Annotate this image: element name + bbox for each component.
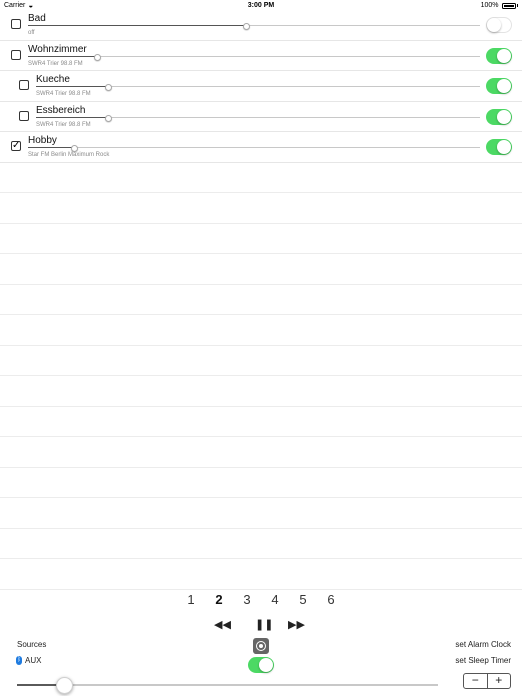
- battery-tip-icon: [516, 4, 518, 7]
- bluetooth-icon: ᛒ: [16, 656, 22, 665]
- status-time: 3:00 PM: [247, 2, 275, 9]
- empty-list-row: [0, 254, 522, 285]
- zone-volume-slider[interactable]: [28, 145, 480, 152]
- zone-volume-slider[interactable]: [36, 84, 480, 91]
- empty-list-row: [0, 376, 522, 407]
- zone-volume-fill: [36, 116, 107, 118]
- zone-volume-fill: [28, 55, 96, 57]
- master-power-toggle[interactable]: [248, 657, 274, 673]
- zone-checkbox[interactable]: [19, 80, 29, 90]
- zone-volume-knob[interactable]: [71, 145, 78, 152]
- forward-button[interactable]: ▶▶: [288, 618, 305, 631]
- speaker-icon[interactable]: [253, 638, 269, 654]
- battery-icon: [501, 2, 516, 9]
- zone-volume-knob[interactable]: [105, 84, 112, 91]
- toggle-knob: [497, 109, 511, 124]
- current-source-label[interactable]: AUX: [25, 656, 41, 665]
- zone-volume-knob[interactable]: [243, 23, 250, 30]
- alarm-clock-button[interactable]: set Alarm Clock: [455, 640, 511, 649]
- zone-volume-knob[interactable]: [94, 53, 101, 61]
- zone-row[interactable]: Wohnzimmer SWR4 Trier 98.8 FM: [0, 41, 522, 71]
- empty-list-row: [0, 285, 522, 315]
- preset-6-button[interactable]: 6: [325, 592, 337, 607]
- empty-list-row: [0, 315, 522, 346]
- zone-row[interactable]: ✓ Hobby Star FM Berlin Maximum Rock: [0, 132, 522, 163]
- zone-volume-slider[interactable]: [28, 53, 480, 61]
- empty-list-row: [0, 163, 522, 193]
- zone-power-toggle[interactable]: [486, 108, 512, 125]
- pause-button[interactable]: ❚❚: [255, 618, 273, 631]
- preset-4-button[interactable]: 4: [269, 592, 281, 607]
- zone-source: SWR4 Trier 98.8 FM: [36, 91, 91, 97]
- zone-volume-fill: [36, 86, 107, 87]
- master-volume-slider[interactable]: [17, 677, 438, 694]
- zone-power-toggle[interactable]: [486, 17, 512, 33]
- stepper-minus-button[interactable]: −: [464, 674, 487, 688]
- empty-list-row: [0, 529, 522, 559]
- empty-list-row: [0, 193, 522, 224]
- toggle-knob: [487, 18, 501, 32]
- zone-power-toggle[interactable]: [486, 47, 512, 64]
- stepper-plus-button[interactable]: +: [488, 674, 511, 688]
- sleep-timer-stepper[interactable]: − +: [463, 673, 511, 689]
- zone-volume-fill: [28, 25, 245, 26]
- zone-checkbox[interactable]: [11, 19, 21, 29]
- zone-power-toggle[interactable]: [486, 78, 512, 94]
- rewind-button[interactable]: ◀◀: [214, 618, 231, 631]
- zone-row[interactable]: Essbereich SWR4 Trier 98.8 FM: [0, 102, 522, 132]
- zone-name: Wohnzimmer: [28, 43, 87, 55]
- empty-list-row: [0, 346, 522, 376]
- preset-2-button[interactable]: 2: [213, 592, 225, 607]
- master-volume-knob[interactable]: [56, 677, 73, 694]
- zone-source: off: [28, 30, 35, 36]
- empty-list-row: [0, 468, 522, 498]
- empty-list-row: [0, 407, 522, 437]
- zone-name: Kueche: [36, 74, 70, 85]
- empty-list-row: [0, 224, 522, 254]
- battery-label: 100%: [480, 2, 499, 9]
- empty-list-row: [0, 498, 522, 529]
- zone-checkbox-checked[interactable]: ✓: [11, 141, 21, 151]
- preset-3-button[interactable]: 3: [241, 592, 253, 607]
- zone-name: Bad: [28, 13, 46, 24]
- zone-source: SWR4 Trier 98.8 FM: [28, 60, 83, 67]
- preset-selector: 1 2 3 4 5 6: [0, 592, 522, 607]
- transport-controls: ◀◀ ❚❚ ▶▶: [0, 616, 522, 634]
- zone-row[interactable]: Bad off: [0, 10, 522, 41]
- zone-checkbox[interactable]: [19, 110, 29, 121]
- zone-volume-knob[interactable]: [105, 114, 112, 122]
- zone-volume-slider[interactable]: [28, 23, 480, 30]
- toggle-knob: [259, 658, 273, 672]
- zone-name: Hobby: [28, 135, 57, 146]
- zone-name: Essbereich: [36, 104, 86, 116]
- preset-1-button[interactable]: 1: [185, 592, 197, 607]
- sleep-timer-button[interactable]: set Sleep Timer: [455, 656, 511, 665]
- zone-checkbox[interactable]: [11, 49, 21, 60]
- toggle-knob: [497, 48, 511, 63]
- zone-source: SWR4 Trier 98.8 FM: [36, 121, 91, 128]
- zone-list: Bad off Wohnzimmer SWR4 Trier 98.8 FM Kueche…: [0, 10, 522, 590]
- empty-list-row: [0, 559, 522, 590]
- empty-list-row: [0, 437, 522, 468]
- battery-info: 100%: [481, 2, 518, 9]
- toggle-knob: [497, 140, 511, 154]
- preset-5-button[interactable]: 5: [297, 592, 309, 607]
- zone-volume-fill: [28, 147, 73, 148]
- zone-power-toggle[interactable]: [486, 139, 512, 155]
- sources-button[interactable]: Sources: [17, 640, 46, 649]
- zone-source: Star FM Berlin Maximum Rock: [28, 152, 110, 158]
- zone-volume-slider[interactable]: [36, 114, 480, 122]
- toggle-knob: [497, 79, 511, 93]
- zone-row[interactable]: Kueche SWR4 Trier 98.8 FM: [0, 71, 522, 102]
